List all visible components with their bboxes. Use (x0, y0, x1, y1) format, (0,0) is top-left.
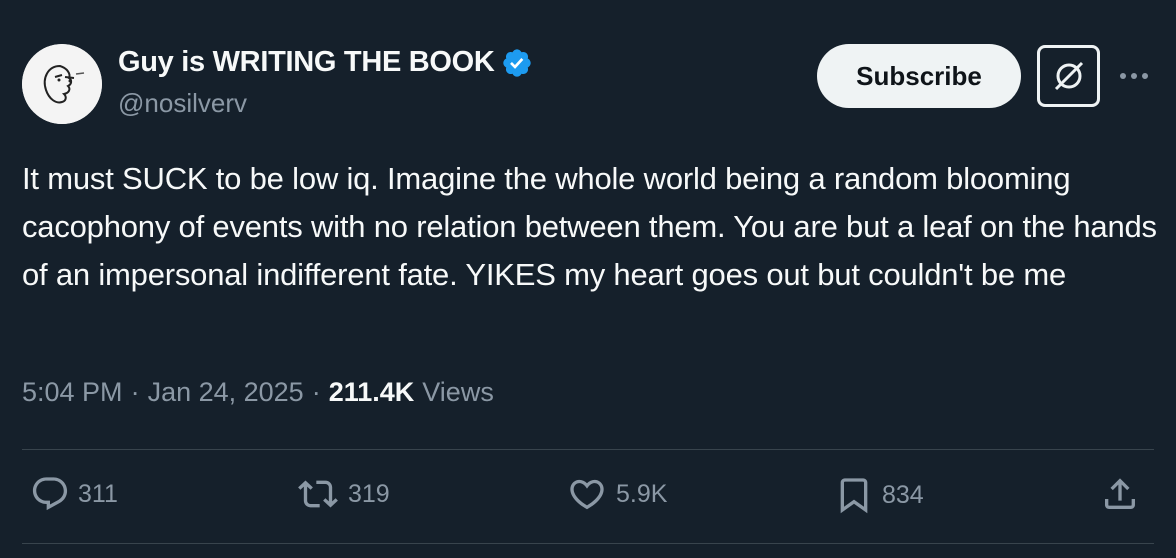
meta-separator: · (311, 377, 321, 407)
grok-button[interactable] (1037, 45, 1100, 107)
views-label: Views (422, 377, 494, 407)
share-icon (1105, 478, 1135, 509)
bookmark-button[interactable]: 834 (834, 474, 924, 516)
divider-bottom (22, 543, 1154, 544)
author-name-row: Guy is WRITING THE BOOK (118, 46, 533, 79)
more-icon (1120, 73, 1148, 79)
tweet-meta: 5:04 PM · Jan 24, 2025 · 211.4K Views (22, 377, 494, 408)
tweet-text: It must SUCK to be low iq. Imagine the w… (22, 161, 1157, 292)
author-handle[interactable]: @nosilverv (118, 88, 247, 119)
repost-icon (298, 480, 338, 508)
author-display-name[interactable]: Guy is WRITING THE BOOK (118, 46, 495, 79)
more-button[interactable] (1114, 56, 1154, 96)
reply-count: 311 (78, 479, 118, 508)
repost-count: 319 (348, 479, 390, 508)
meta-separator: · (130, 377, 140, 407)
reply-button[interactable]: 311 (30, 474, 118, 514)
verified-badge-icon[interactable] (501, 47, 533, 79)
divider-top (22, 449, 1154, 450)
share-button[interactable] (1100, 474, 1140, 514)
like-count: 5.9K (616, 479, 668, 508)
avatar[interactable] (22, 44, 102, 124)
tweet-date[interactable]: Jan 24, 2025 (148, 377, 304, 408)
repost-button[interactable]: 319 (296, 474, 390, 514)
avatar-drawing-icon (22, 44, 102, 124)
bookmark-icon (840, 478, 868, 514)
bookmark-count: 834 (882, 480, 924, 509)
grok-icon (1054, 61, 1083, 91)
reply-icon (32, 477, 68, 511)
like-button[interactable]: 5.9K (566, 474, 667, 514)
tweet-time[interactable]: 5:04 PM (22, 377, 123, 408)
subscribe-button[interactable]: Subscribe (817, 44, 1021, 108)
heart-icon (570, 479, 604, 510)
views-count: 211.4K (328, 377, 415, 407)
